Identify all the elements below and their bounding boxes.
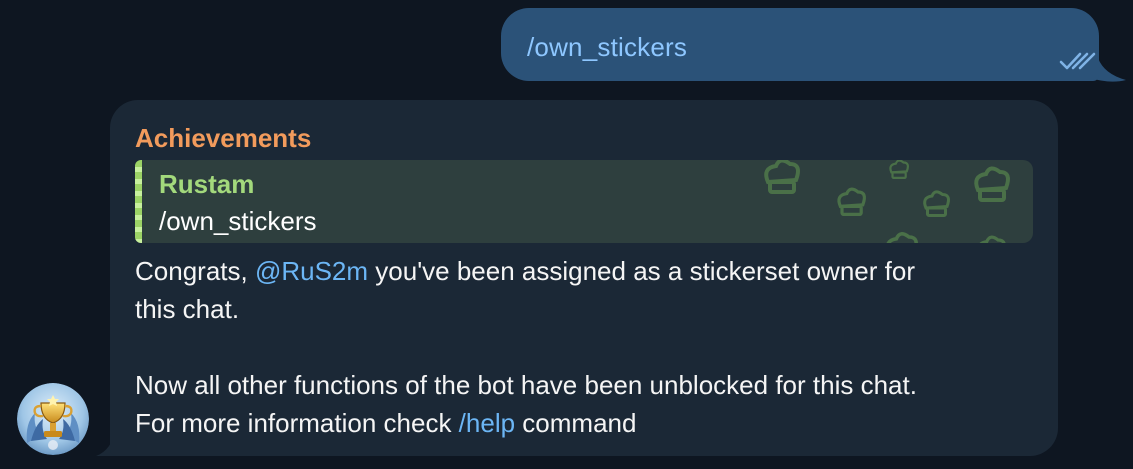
message-line-3: Now all other functions of the bot have … xyxy=(135,370,917,400)
reply-author: Rustam xyxy=(159,169,255,199)
chef-hat-pattern-icon xyxy=(764,160,1010,243)
reply-accent-bar xyxy=(135,160,142,243)
mention-link[interactable]: @RuS2m xyxy=(255,256,368,286)
reply-text: /own_stickers xyxy=(159,206,317,236)
message-line-1-suffix: you've been assigned as a stickerset own… xyxy=(368,256,915,286)
chat-area: /own_stickers Achievements Rustam /own_s… xyxy=(0,0,1133,469)
outgoing-message-bubble[interactable]: /own_stickers xyxy=(501,8,1099,81)
bot-avatar[interactable] xyxy=(17,383,89,455)
sender-name[interactable]: Achievements xyxy=(135,123,311,154)
message-line-4-prefix: For more information check xyxy=(135,408,459,438)
double-check-icon xyxy=(1059,52,1096,70)
message-line-1-prefix: Congrats, xyxy=(135,256,255,286)
message-text: Congrats, @RuS2m you've been assigned as… xyxy=(135,252,1045,442)
incoming-message-bubble[interactable]: Achievements Rustam /own_stickers Congra… xyxy=(110,100,1058,456)
outgoing-command-link[interactable]: /own_stickers xyxy=(527,32,687,63)
message-line-4-suffix: command xyxy=(515,408,637,438)
message-line-2: this chat. xyxy=(135,294,240,324)
help-command-link[interactable]: /help xyxy=(459,408,515,438)
trophy-icon xyxy=(17,383,89,455)
reply-quote[interactable]: Rustam /own_stickers xyxy=(135,160,1033,243)
